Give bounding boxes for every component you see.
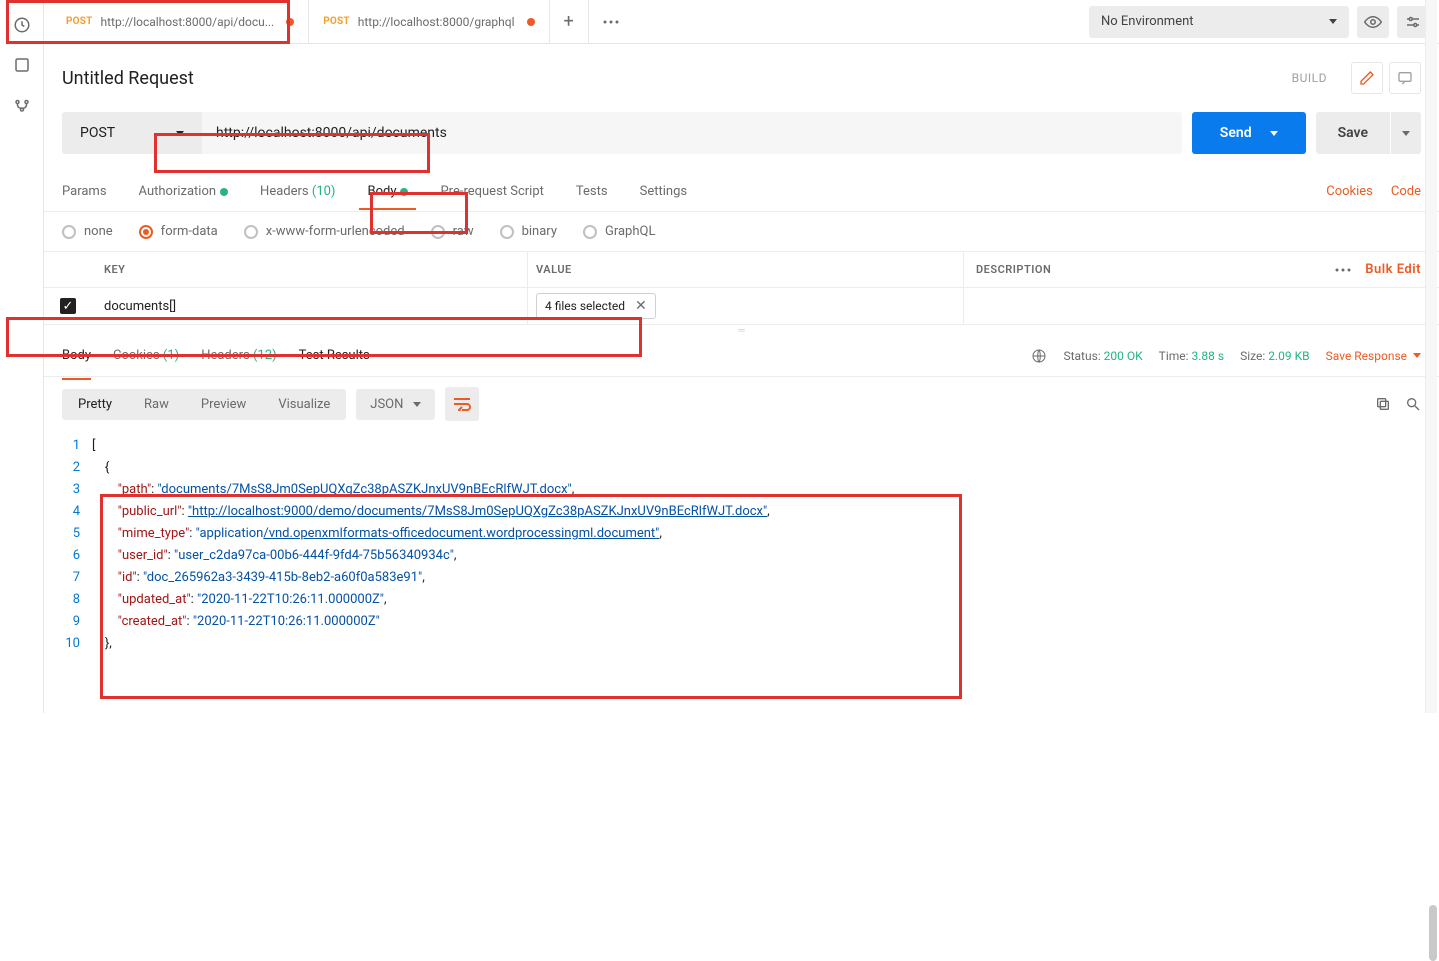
dirty-indicator — [527, 18, 535, 26]
collections-icon[interactable] — [13, 56, 31, 74]
window-scrollbar[interactable] — [1425, 0, 1437, 713]
close-icon[interactable]: ✕ — [635, 298, 647, 314]
tab-authorization[interactable]: Authorization — [139, 174, 229, 209]
tab-body[interactable]: Body — [367, 174, 408, 209]
response-tab-test-results[interactable]: Test Results — [299, 340, 370, 371]
environment-preview-button[interactable] — [1357, 6, 1389, 38]
globe-icon[interactable] — [1031, 348, 1047, 364]
save-button[interactable]: Save — [1316, 112, 1390, 154]
chevron-down-icon — [1270, 131, 1278, 136]
tab-overflow-button[interactable] — [589, 0, 633, 43]
request-tabs: POST http://localhost:8000/api/docu... P… — [44, 0, 1079, 43]
size-label: Size: 2.09 KB — [1240, 349, 1310, 363]
save-dropdown[interactable] — [1391, 112, 1421, 154]
apis-icon[interactable] — [13, 96, 31, 114]
radio-binary[interactable]: binary — [500, 224, 557, 239]
column-value: VALUE — [528, 252, 964, 287]
line-gutter: 12345678910 — [52, 435, 92, 655]
radio-graphql[interactable]: GraphQL — [583, 224, 655, 239]
radio-none[interactable]: none — [62, 224, 113, 239]
code-content[interactable]: [ { "path": "documents/7MsS8Jm0SepUQXgZc… — [92, 435, 1439, 655]
wrap-lines-button[interactable] — [445, 387, 479, 421]
response-view-row: Pretty Raw Preview Visualize JSON — [44, 377, 1439, 431]
radio-raw[interactable]: raw — [431, 224, 474, 239]
column-key: KEY — [92, 252, 528, 287]
row-key[interactable]: documents[] — [92, 288, 528, 324]
tab-label: http://localhost:8000/api/docu... — [101, 15, 275, 29]
copy-icon[interactable] — [1375, 396, 1391, 412]
radio-urlencoded[interactable]: x-www-form-urlencoded — [244, 224, 405, 239]
main-pane: POST http://localhost:8000/api/docu... P… — [44, 0, 1439, 713]
edit-button[interactable] — [1351, 62, 1383, 94]
status-dot-icon — [400, 188, 408, 196]
resize-handle[interactable]: ═ — [44, 325, 1439, 335]
tab-prerequest[interactable]: Pre-request Script — [440, 174, 543, 209]
status-label: Status: 200 OK — [1063, 349, 1142, 363]
chevron-down-icon — [1402, 131, 1410, 136]
new-tab-button[interactable]: + — [550, 0, 589, 43]
view-preview[interactable]: Preview — [185, 389, 262, 420]
tab-settings[interactable]: Settings — [640, 174, 687, 209]
file-chip[interactable]: 4 files selected ✕ — [536, 293, 656, 319]
bulk-edit-link[interactable]: Bulk Edit — [1365, 262, 1421, 277]
tab-request-2[interactable]: POST http://localhost:8000/graphql — [309, 0, 549, 43]
build-label: BUILD — [1292, 71, 1327, 85]
title-row: Untitled Request BUILD — [44, 44, 1439, 100]
response-tab-headers[interactable]: Headers (12) — [201, 340, 276, 371]
table-row[interactable]: ✓ documents[] 4 files selected ✕ — [44, 288, 1439, 324]
send-button[interactable]: Send — [1192, 112, 1306, 154]
more-icon[interactable] — [1335, 268, 1351, 272]
request-section-tabs: Params Authorization Headers (10) Body P… — [44, 172, 1439, 212]
form-data-table: KEY VALUE DESCRIPTION Bulk Edit ✓ docume… — [44, 251, 1439, 325]
cookies-link[interactable]: Cookies — [1326, 184, 1373, 199]
view-mode-segment: Pretty Raw Preview Visualize — [62, 389, 346, 420]
response-body-code[interactable]: 12345678910 [ { "path": "documents/7MsS8… — [44, 431, 1439, 655]
scrollbar-thumb[interactable] — [1429, 905, 1437, 961]
tab-method: POST — [66, 16, 93, 27]
left-rail — [0, 0, 44, 713]
language-select[interactable]: JSON — [356, 389, 435, 420]
body-type-row: none form-data x-www-form-urlencoded raw… — [44, 212, 1439, 251]
chevron-down-icon — [1413, 353, 1421, 358]
code-link[interactable]: Code — [1391, 184, 1421, 199]
environment-label: No Environment — [1101, 14, 1194, 29]
chevron-down-icon — [176, 131, 184, 136]
chevron-down-icon — [1329, 19, 1337, 24]
save-response-button[interactable]: Save Response — [1326, 349, 1421, 363]
tab-params[interactable]: Params — [62, 174, 107, 209]
search-icon[interactable] — [1405, 396, 1421, 412]
tab-tests[interactable]: Tests — [576, 174, 608, 209]
tab-method: POST — [323, 16, 350, 27]
topbar: POST http://localhost:8000/api/docu... P… — [44, 0, 1439, 44]
response-tab-cookies[interactable]: Cookies (1) — [113, 340, 179, 371]
view-raw[interactable]: Raw — [128, 389, 185, 420]
view-pretty[interactable]: Pretty — [62, 389, 128, 420]
history-icon[interactable] — [13, 16, 31, 34]
request-title[interactable]: Untitled Request — [62, 68, 1292, 89]
response-bar: Body Cookies (1) Headers (12) Test Resul… — [44, 335, 1439, 377]
time-label: Time: 3.88 s — [1159, 349, 1224, 363]
method-value: POST — [80, 125, 115, 141]
environment-select[interactable]: No Environment — [1089, 6, 1349, 38]
url-input[interactable] — [216, 125, 1168, 141]
chevron-down-icon — [413, 402, 421, 407]
tab-request-1[interactable]: POST http://localhost:8000/api/docu... — [52, 0, 309, 43]
method-select[interactable]: POST — [62, 112, 202, 154]
tab-headers[interactable]: Headers (10) — [260, 174, 335, 209]
tab-label: http://localhost:8000/graphql — [358, 15, 515, 29]
view-visualize[interactable]: Visualize — [262, 389, 346, 420]
radio-form-data[interactable]: form-data — [139, 224, 218, 239]
column-description: DESCRIPTION — [964, 263, 1309, 276]
comment-button[interactable] — [1389, 62, 1421, 94]
url-row: POST Send Save — [44, 100, 1439, 172]
response-tab-body[interactable]: Body — [62, 340, 91, 371]
row-checkbox[interactable]: ✓ — [60, 298, 76, 314]
status-dot-icon — [220, 188, 228, 196]
dirty-indicator — [286, 18, 294, 26]
